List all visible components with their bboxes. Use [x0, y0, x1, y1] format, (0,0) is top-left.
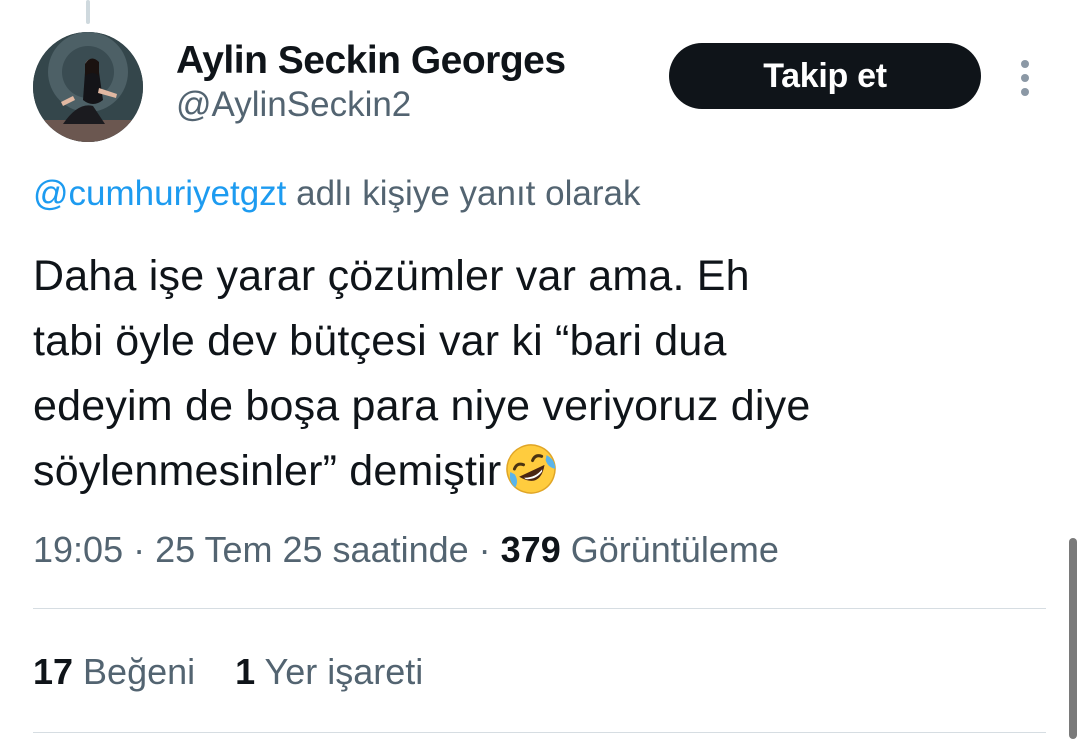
avatar-image: [33, 32, 143, 142]
thread-connector-line: [86, 0, 90, 24]
likes-count: 17: [33, 651, 74, 692]
author-display-name[interactable]: Aylin Seckin Georges: [176, 38, 566, 84]
reply-context-text: adlı kişiye yanıt olarak: [286, 174, 641, 213]
meta-separator: ·: [468, 529, 501, 570]
tweet-time[interactable]: 19:05: [33, 529, 123, 570]
author-handle[interactable]: @AylinSeckin2: [176, 84, 566, 126]
views-count: 379: [500, 529, 561, 570]
bookmarks-count: 1: [235, 651, 256, 692]
avatar[interactable]: [33, 32, 143, 142]
views-label: Görüntüleme: [560, 529, 779, 570]
rolling-on-floor-laughing-icon: [506, 444, 557, 494]
reply-mention-link[interactable]: @cumhuriyetgzt: [33, 174, 286, 213]
divider: [33, 608, 1046, 609]
tweet-text-line-last: söylenmesinler” demiştir: [33, 439, 993, 504]
tweet-stats: 17 Beğeni 1 Yer işareti: [33, 650, 453, 694]
author-names: Aylin Seckin Georges @AylinSeckin2: [176, 38, 566, 126]
likes-label: Beğeni: [73, 651, 196, 692]
more-options-icon[interactable]: [1013, 58, 1037, 98]
likes-stat[interactable]: 17 Beğeni: [33, 650, 195, 694]
meta-separator: ·: [123, 529, 156, 570]
bookmarks-label: Yer işareti: [255, 651, 424, 692]
divider: [33, 732, 1046, 733]
tweet-text-line: Daha işe yarar çözümler var ama. Eh: [33, 252, 750, 300]
tweet-text-line-content: söylenmesinler” demiştir: [33, 447, 502, 495]
tweet-text: Daha işe yarar çözümler var ama. Eh tabi…: [33, 244, 993, 504]
follow-button[interactable]: Takip et: [669, 43, 981, 109]
tweet-header: Aylin Seckin Georges @AylinSeckin2 Takip…: [33, 32, 1045, 144]
scrollbar[interactable]: [1069, 538, 1077, 739]
tweet-text-line: edeyim de boşa para niye veriyoruz diye: [33, 382, 811, 430]
tweet-meta: 19:05 · 25 Tem 25 saatinde · 379 Görüntü…: [33, 528, 779, 572]
tweet-date[interactable]: 25 Tem 25 saatinde: [155, 529, 469, 570]
bookmarks-stat[interactable]: 1 Yer işareti: [235, 650, 423, 694]
reply-context: @cumhuriyetgzt adlı kişiye yanıt olarak: [33, 172, 640, 216]
tweet-text-line: tabi öyle dev bütçesi var ki “bari dua: [33, 317, 727, 365]
tweet-page: Aylin Seckin Georges @AylinSeckin2 Takip…: [0, 0, 1079, 739]
